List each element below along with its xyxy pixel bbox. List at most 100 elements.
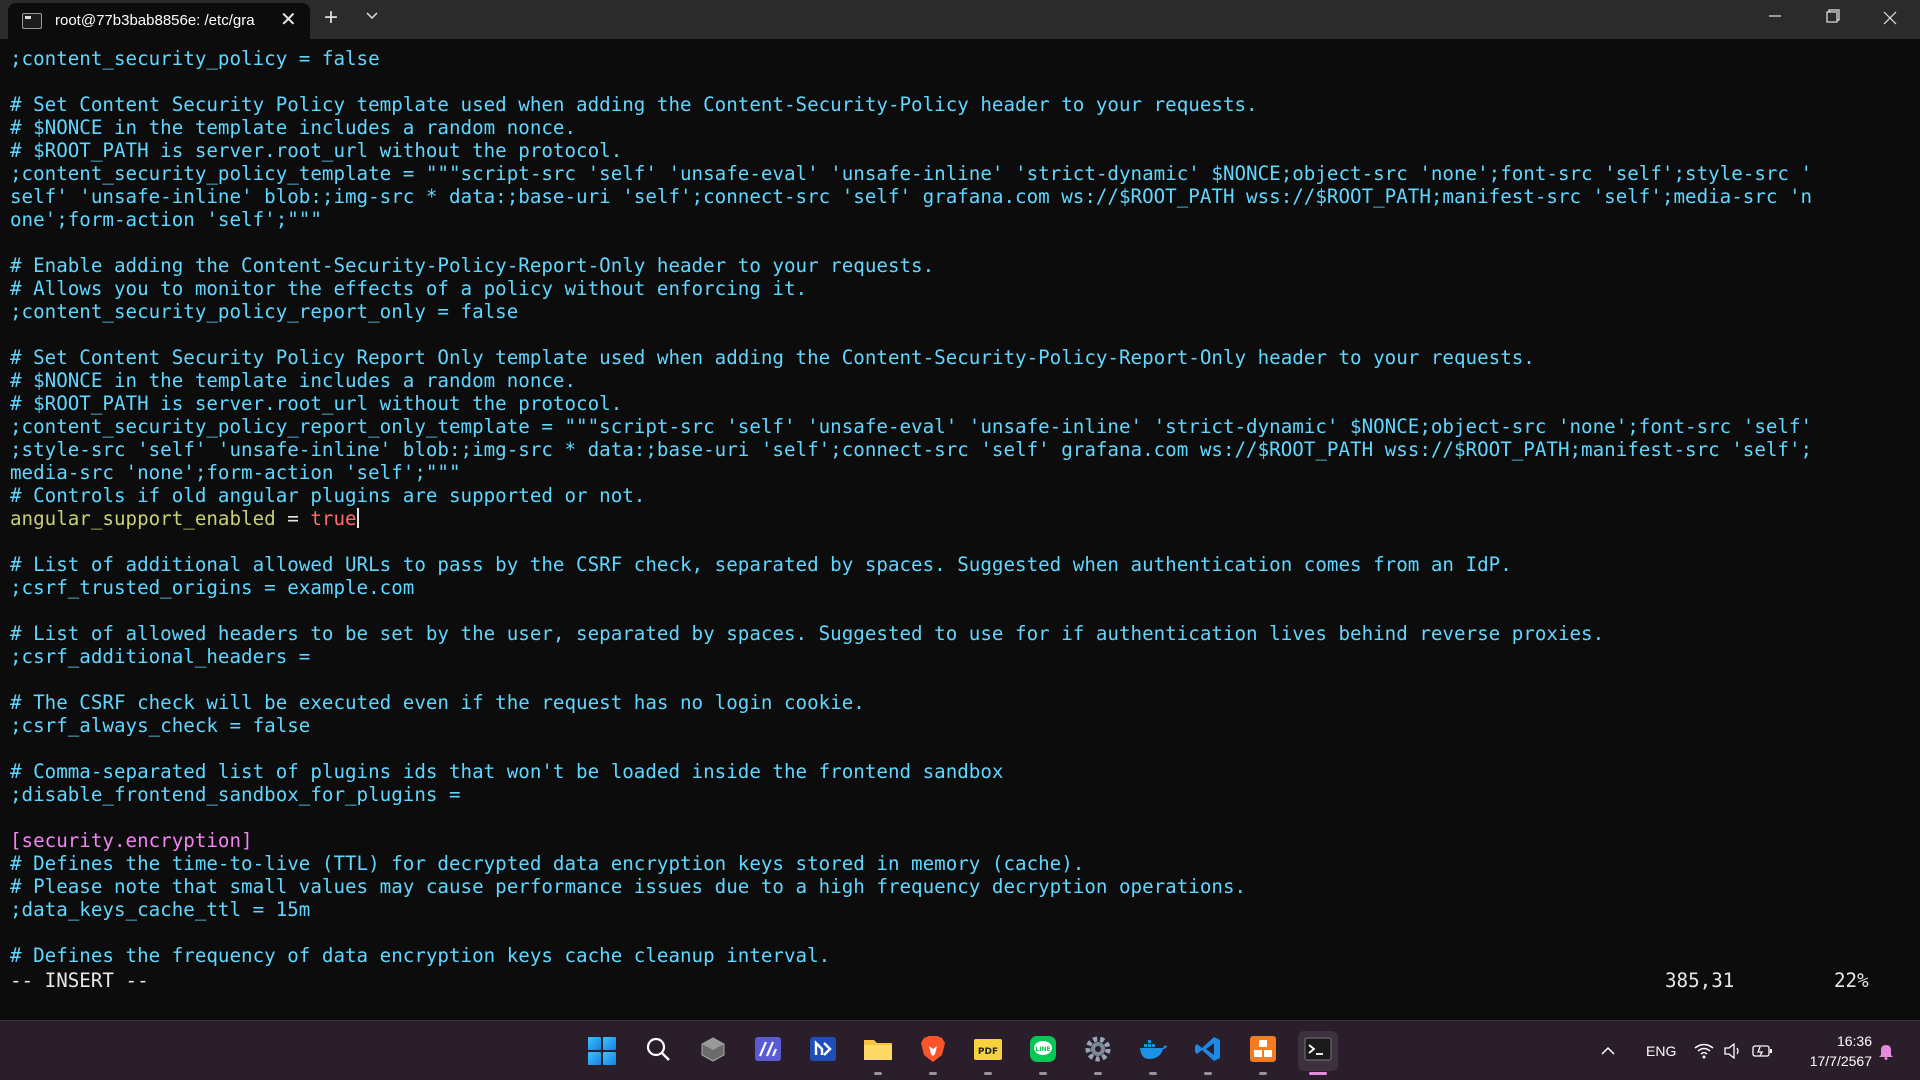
- line-text: # Comma-separated list of plugins ids th…: [10, 760, 1004, 783]
- line-text: # Set Content Security Policy template u…: [10, 93, 1258, 116]
- line-text: ;content_security_policy = false: [10, 47, 380, 70]
- line-text: # The CSRF check will be executed even i…: [10, 691, 865, 714]
- docker-whale-icon: [1138, 1036, 1168, 1067]
- editor-line: # Allows you to monitor the effects of a…: [10, 277, 1910, 300]
- mx-app-icon: [809, 1035, 837, 1068]
- editor-line: angular_support_enabled = true: [10, 507, 1910, 530]
- editor-line: ;csrf_always_check = false: [10, 714, 1910, 737]
- editor-line: ;csrf_additional_headers =: [10, 645, 1910, 668]
- docker-app[interactable]: [1133, 1031, 1173, 1075]
- line-text: # Defines the time-to-live (TTL) for dec…: [10, 852, 1085, 875]
- wifi-icon[interactable]: [1694, 1021, 1714, 1080]
- editor-line: # $NONCE in the template includes a rand…: [10, 369, 1910, 392]
- vscode-icon: [1194, 1035, 1222, 1068]
- minimize-button[interactable]: [1747, 2, 1803, 36]
- taskbar-app-2[interactable]: [748, 1031, 788, 1071]
- battery-plug-icon[interactable]: [1752, 1021, 1774, 1080]
- chevron-down-icon[interactable]: [365, 8, 379, 24]
- editor-line: ;data_keys_cache_ttl = 15m: [10, 898, 1910, 921]
- line-text: ;content_security_policy_template = """s…: [10, 162, 1813, 185]
- line-text: one';form-action 'self';""": [10, 208, 322, 231]
- brave-browser[interactable]: [913, 1031, 953, 1075]
- svg-text:PDF: PDF: [978, 1047, 998, 1057]
- new-tab-button[interactable]: +: [324, 4, 338, 32]
- title-bar: root@77b3bab8856e: /etc/gra ✕ +: [0, 0, 1920, 39]
- windows-taskbar: ENG 16:36 17/7/2567 PDF LINE: [0, 1020, 1920, 1080]
- line-text: media-src 'none';form-action 'self';""": [10, 461, 461, 484]
- terminal-tab-icon: [22, 13, 42, 29]
- editor-line: [security.encryption]: [10, 829, 1910, 852]
- file-explorer[interactable]: [858, 1031, 898, 1075]
- tab-title: root@77b3bab8856e: /etc/gra: [55, 12, 255, 29]
- cube-icon: [700, 1036, 726, 1067]
- brave-lion-icon: [920, 1035, 946, 1068]
- line-text: # List of allowed headers to be set by t…: [10, 622, 1605, 645]
- running-indicator: [1039, 1072, 1047, 1075]
- editor-line: ;disable_frontend_sandbox_for_plugins =: [10, 783, 1910, 806]
- notification-bell-icon[interactable]: [1878, 1021, 1894, 1080]
- editor-line: ;content_security_policy_report_only = f…: [10, 300, 1910, 323]
- running-indicator: [1149, 1072, 1157, 1075]
- gear-icon: [1084, 1035, 1112, 1068]
- line-text: # Please note that small values may caus…: [10, 875, 1247, 898]
- tray-chevron-icon[interactable]: [1600, 1021, 1616, 1080]
- taskbar-app-1[interactable]: [693, 1031, 733, 1071]
- volume-icon[interactable]: [1724, 1021, 1742, 1080]
- line-text: # $NONCE in the template includes a rand…: [10, 369, 577, 392]
- editor-line: # Controls if old angular plugins are su…: [10, 484, 1910, 507]
- scroll-percentage: 22%: [1834, 969, 1869, 992]
- terminal-icon: [1304, 1036, 1332, 1067]
- vscode-app[interactable]: [1188, 1031, 1228, 1075]
- editor-line: # The CSRF check will be executed even i…: [10, 691, 1910, 714]
- editor-line: # List of additional allowed URLs to pas…: [10, 553, 1910, 576]
- running-indicator: [1259, 1072, 1267, 1075]
- line-text: # List of additional allowed URLs to pas…: [10, 553, 1512, 576]
- line-text: ;csrf_additional_headers =: [10, 645, 311, 668]
- editor-line: # Enable adding the Content-Security-Pol…: [10, 254, 1910, 277]
- line-text: ;content_security_policy_report_only = f…: [10, 300, 519, 323]
- editor-line: # Set Content Security Policy Report Onl…: [10, 346, 1910, 369]
- start-button[interactable]: [582, 1031, 622, 1071]
- restore-button[interactable]: [1805, 2, 1861, 36]
- system-clock[interactable]: 16:36 17/7/2567: [1792, 1031, 1872, 1071]
- close-window-button[interactable]: [1862, 2, 1918, 36]
- search-icon: [644, 1035, 672, 1068]
- editor-line: # Defines the frequency of data encrypti…: [10, 944, 1910, 967]
- line-text: ;style-src 'self' 'unsafe-inline' blob:;…: [10, 438, 1813, 461]
- line-chat-icon: LINE: [1029, 1035, 1057, 1068]
- slash-app-icon: [754, 1035, 782, 1068]
- taskbar-app-orange[interactable]: [1243, 1031, 1283, 1075]
- vim-editor-buffer[interactable]: ;content_security_policy = false # Set Co…: [10, 47, 1910, 1007]
- running-indicator: [1094, 1072, 1102, 1075]
- editor-line: ;style-src 'self' 'unsafe-inline' blob:;…: [10, 438, 1910, 461]
- editor-line: # Set Content Security Policy template u…: [10, 93, 1910, 116]
- line-text: self' 'unsafe-inline' blob:;img-src * da…: [10, 185, 1813, 208]
- settings-app[interactable]: [1078, 1031, 1118, 1075]
- cursor-position: 385,31: [1665, 969, 1735, 992]
- editor-line: self' 'unsafe-inline' blob:;img-src * da…: [10, 185, 1910, 208]
- clock-date: 17/7/2567: [1809, 1053, 1872, 1069]
- editor-line: # Comma-separated list of plugins ids th…: [10, 760, 1910, 783]
- config-section-header: [security.encryption]: [10, 829, 253, 852]
- language-indicator[interactable]: ENG: [1646, 1021, 1676, 1080]
- line-text: ;csrf_always_check = false: [10, 714, 311, 737]
- close-tab-icon[interactable]: ✕: [280, 9, 297, 31]
- pdf-app[interactable]: PDF: [968, 1031, 1008, 1075]
- line-app[interactable]: LINE: [1023, 1031, 1063, 1075]
- editor-line: ;content_security_policy_report_only_tem…: [10, 415, 1910, 438]
- pdf-icon: PDF: [973, 1036, 1003, 1067]
- editor-line: ;csrf_trusted_origins = example.com: [10, 576, 1910, 599]
- running-indicator: [984, 1072, 992, 1075]
- taskbar-app-3[interactable]: [803, 1031, 843, 1071]
- running-indicator: [929, 1072, 937, 1075]
- search-button[interactable]: [638, 1031, 678, 1071]
- terminal-app[interactable]: [1298, 1031, 1338, 1075]
- terminal-tab[interactable]: root@77b3bab8856e: /etc/gra ✕: [8, 3, 310, 39]
